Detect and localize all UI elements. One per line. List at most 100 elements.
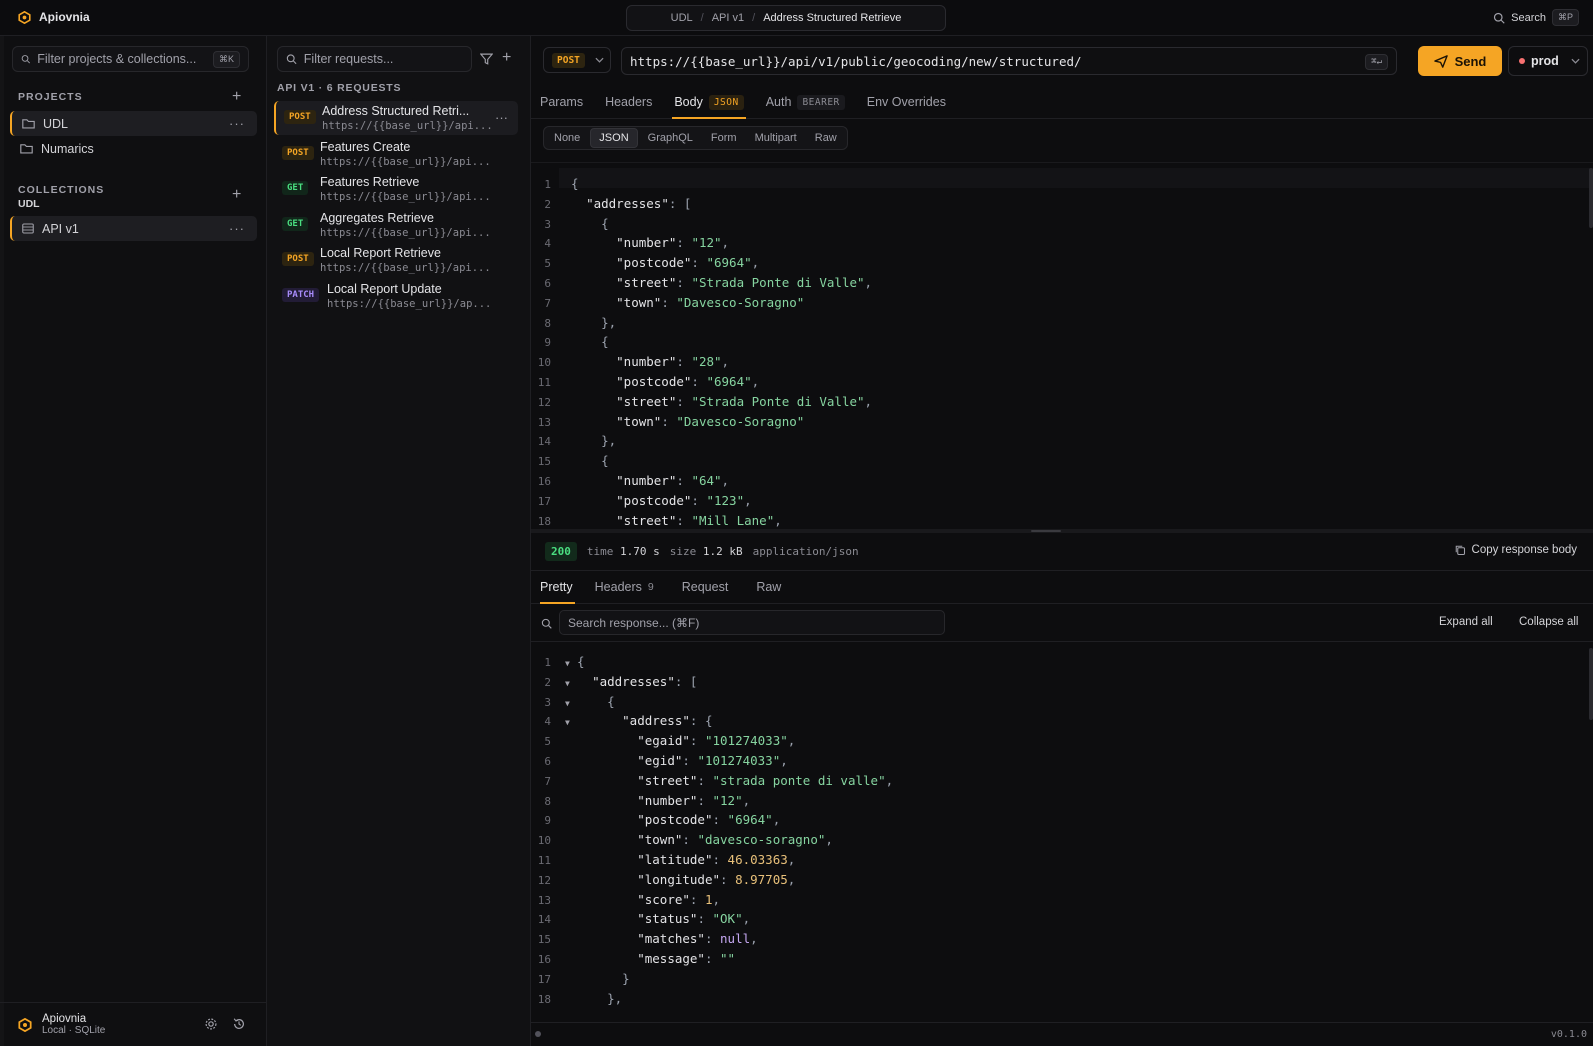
line-number: 2 xyxy=(544,675,551,689)
fold-toggle-icon[interactable]: ▼ xyxy=(565,674,570,694)
line-number: 13 xyxy=(537,893,551,907)
copy-response-button[interactable]: Copy response body xyxy=(1454,544,1577,556)
body-scrollbar[interactable] xyxy=(1589,168,1593,228)
tab-label: Body xyxy=(674,95,703,109)
add-request-button[interactable]: + xyxy=(502,50,511,66)
collection-icon xyxy=(22,223,34,234)
environment-select[interactable]: prod xyxy=(1508,46,1588,76)
fold-toggle-icon[interactable]: ▼ xyxy=(565,694,570,714)
method-select[interactable]: POST xyxy=(543,47,611,73)
line-number: 5 xyxy=(544,735,551,749)
add-project-button[interactable]: + xyxy=(232,89,241,105)
code-line: "status": "OK", xyxy=(637,911,751,927)
breadcrumb-project[interactable]: UDL xyxy=(671,12,693,24)
line-number: 4 xyxy=(544,237,551,251)
tab-auth[interactable]: Auth BEARER xyxy=(755,86,856,118)
url-input[interactable]: https://{{base_url}}/api/v1/public/geoco… xyxy=(621,47,1397,75)
request-item[interactable]: POST Address Structured Retri... https://{… xyxy=(274,101,518,135)
request-item[interactable]: POST Features Create https://{{base_url}}/… xyxy=(274,137,518,171)
status-footer: v0.1.0 xyxy=(531,1022,1593,1046)
body-type-none[interactable]: None xyxy=(546,129,588,147)
collapse-all-button[interactable]: Collapse all xyxy=(1519,616,1578,628)
request-tabs: Params Headers Body JSON Auth BEARER Env Overr… xyxy=(531,86,1593,119)
line-number: 3 xyxy=(544,695,551,709)
add-collection-button[interactable]: + xyxy=(232,187,241,203)
request-name: Local Report Update xyxy=(327,281,442,296)
more-options-icon[interactable]: ··· xyxy=(495,110,508,125)
response-tab-pretty[interactable]: Pretty xyxy=(531,571,584,604)
response-tab-raw[interactable]: Raw xyxy=(745,571,792,603)
request-url: https://{{base_url}}/api... xyxy=(320,262,491,274)
body-type-graphql[interactable]: GraphQL xyxy=(640,129,701,147)
body-type-form[interactable]: Form xyxy=(703,129,745,147)
fold-toggle-icon[interactable]: ▼ xyxy=(565,654,570,674)
tab-env-overrides[interactable]: Env Overrides xyxy=(856,86,957,118)
tab-params[interactable]: Params xyxy=(531,86,594,118)
line-number: 17 xyxy=(537,494,551,508)
chevron-down-icon xyxy=(1571,58,1580,64)
app-brand: Apiovnia xyxy=(18,10,90,24)
tab-body[interactable]: Body JSON xyxy=(663,86,754,119)
sidebar-item-numarics[interactable]: Numarics xyxy=(10,136,257,161)
body-type-raw[interactable]: Raw xyxy=(807,129,845,147)
project-filter: ⌘K xyxy=(12,46,249,72)
tab-headers[interactable]: Headers xyxy=(594,86,663,118)
code-line: "number": "64", xyxy=(616,473,730,488)
gear-icon[interactable] xyxy=(204,1017,218,1031)
request-item[interactable]: GET Aggregates Retrieve https://{{base_url… xyxy=(274,208,518,242)
body-type-json[interactable]: JSON xyxy=(590,128,638,148)
fold-toggle-icon[interactable]: ▼ xyxy=(565,713,570,733)
more-options-icon[interactable]: ··· xyxy=(229,221,245,236)
request-item[interactable]: GET Features Retrieve https://{{base_url}}… xyxy=(274,172,518,206)
tab-label: Env Overrides xyxy=(866,95,946,109)
line-number: 18 xyxy=(537,992,551,1006)
code-line: "addresses": [ xyxy=(586,195,692,211)
line-number: 15 xyxy=(537,933,551,947)
code-line: }, xyxy=(577,990,623,1006)
sidebar-item-api-v1[interactable]: API v1 ··· xyxy=(10,216,257,241)
response-scrollbar[interactable] xyxy=(1589,648,1593,720)
body-type-multipart[interactable]: Multipart xyxy=(747,129,805,147)
breadcrumb-separator: / xyxy=(700,12,704,24)
request-body-editor[interactable]: 1{2 "addresses": [3 {4 "number": "12", 5 … xyxy=(531,168,1593,528)
request-item[interactable]: PATCH Local Report Update https://{{base_u… xyxy=(274,279,518,313)
more-options-icon[interactable]: ··· xyxy=(229,116,245,131)
send-label: Send xyxy=(1454,53,1487,69)
line-number: 16 xyxy=(537,475,551,488)
tab-label: Pretty xyxy=(540,580,573,594)
line-number: 1 xyxy=(544,656,551,669)
line-number: 12 xyxy=(537,395,551,409)
sidebar-item-udl[interactable]: UDL ··· xyxy=(10,111,257,136)
request-url: https://{{base_url}}/api... xyxy=(320,226,491,239)
code-line: "address": { xyxy=(622,713,713,729)
request-filter-input[interactable] xyxy=(303,52,463,66)
code-line: }, xyxy=(571,314,617,330)
expand-all-button[interactable]: Expand all xyxy=(1439,616,1493,628)
history-icon[interactable] xyxy=(232,1017,246,1031)
response-tab-headers[interactable]: Headers 9 xyxy=(584,571,665,603)
filter-icon[interactable] xyxy=(480,53,493,65)
collections-heading: COLLECTIONS xyxy=(18,184,105,196)
request-name: Address Structured Retri... xyxy=(322,104,470,118)
sidebar-item-label: UDL xyxy=(43,116,69,131)
response-size: size 1.2 kB xyxy=(669,545,743,558)
response-search-input[interactable] xyxy=(568,615,944,630)
breadcrumb-collection[interactable]: API v1 xyxy=(712,12,744,24)
code-line: { xyxy=(571,453,609,469)
response-tab-request[interactable]: Request xyxy=(671,571,740,603)
send-button[interactable]: Send xyxy=(1418,46,1502,76)
project-filter-input[interactable] xyxy=(37,52,206,66)
search-icon xyxy=(541,618,552,629)
code-line: { xyxy=(571,215,609,231)
sidebar: ⌘K PROJECTS + UDL ··· Numarics COLLECTIO… xyxy=(0,36,267,1046)
response-viewer[interactable]: 1 ▼ {2 ▼ "addresses": [3 ▼ {4 ▼ "address": {5… xyxy=(531,646,1593,1021)
search-icon xyxy=(21,55,30,64)
method-badge: GET xyxy=(282,216,309,231)
line-number: 7 xyxy=(544,774,551,788)
line-number: 1 xyxy=(544,178,551,191)
line-number: 6 xyxy=(544,277,551,290)
search-icon xyxy=(286,54,297,65)
tab-count: 9 xyxy=(647,581,654,593)
request-item[interactable]: POST Local Report Retrieve https://{{base_… xyxy=(274,243,518,277)
global-search-button[interactable]: Search ⌘P xyxy=(1493,9,1579,26)
